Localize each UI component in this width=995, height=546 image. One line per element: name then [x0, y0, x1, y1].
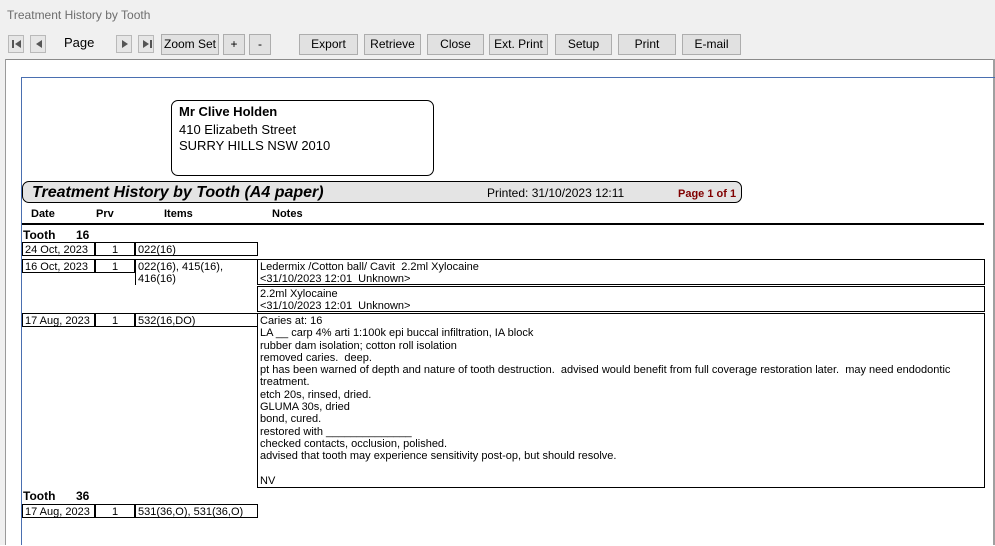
row-provider: 1: [95, 313, 135, 327]
tooth-group-label: Tooth: [23, 228, 56, 242]
printed-timestamp: Printed: 31/10/2023 12:11: [487, 186, 625, 200]
first-page-icon: [12, 40, 21, 48]
patient-address-box: Mr Clive Holden 410 Elizabeth Street SUR…: [171, 100, 434, 176]
column-header-items: Items: [164, 208, 193, 220]
viewport-left-edge: [0, 59, 6, 545]
row-date: 17 Aug, 2023: [22, 504, 95, 518]
column-header-date: Date: [31, 208, 55, 220]
patient-name: Mr Clive Holden: [179, 104, 278, 119]
prev-page-button[interactable]: [30, 35, 46, 53]
print-button[interactable]: Print: [618, 34, 676, 55]
last-page-icon: [143, 40, 152, 48]
page-label: Page: [64, 35, 95, 50]
row-note-text: Caries at: 16 LA __ carp 4% arti 1:100k …: [260, 315, 951, 487]
row-date: 17 Aug, 2023: [22, 313, 95, 327]
row-items: 022(16), 415(16), 416(16): [135, 259, 258, 285]
row-provider: 1: [95, 259, 135, 273]
first-page-button[interactable]: [8, 35, 24, 53]
row-note: Caries at: 16 LA __ carp 4% arti 1:100k …: [257, 313, 985, 488]
row-note: 2.2ml Xylocaine <31/10/2023 12:01 Unknow…: [257, 286, 985, 312]
column-header-notes: Notes: [272, 208, 303, 220]
row-date: 24 Oct, 2023: [22, 242, 95, 256]
header-divider: [22, 223, 984, 225]
last-page-button[interactable]: [138, 35, 154, 53]
paper-left-edge: [21, 77, 22, 545]
paper-top-edge: [21, 77, 995, 78]
next-page-icon: [122, 40, 128, 48]
tooth-number: 36: [76, 489, 90, 503]
next-page-button[interactable]: [116, 35, 132, 53]
patient-address-line1: 410 Elizabeth Street: [179, 122, 297, 137]
tooth-group-label: Tooth: [23, 489, 56, 503]
zoom-out-button[interactable]: -: [249, 34, 271, 55]
retrieve-button[interactable]: Retrieve: [364, 34, 421, 55]
row-note-text: 2.2ml Xylocaine <31/10/2023 12:01 Unknow…: [260, 288, 411, 313]
window-title: Treatment History by Tooth: [7, 8, 151, 22]
patient-address-line2: SURRY HILLS NSW 2010: [179, 138, 331, 153]
setup-button[interactable]: Setup: [555, 34, 612, 55]
column-header-prv: Prv: [96, 208, 114, 220]
title-bar: Treatment History by Tooth: [0, 0, 995, 30]
report-header-band: Treatment History by Tooth (A4 paper) Pr…: [22, 181, 742, 203]
report-title: Treatment History by Tooth (A4 paper): [32, 184, 324, 201]
close-button[interactable]: Close: [427, 34, 484, 55]
email-button[interactable]: E-mail: [682, 34, 741, 55]
row-date: 16 Oct, 2023: [22, 259, 95, 273]
zoom-in-button[interactable]: +: [223, 34, 245, 55]
row-note-text: Ledermix /Cotton ball/ Cavit 2.2ml Xyloc…: [260, 261, 479, 286]
tooth-number: 16: [76, 228, 90, 242]
page-indicator: Page 1 of 1: [678, 188, 737, 200]
row-note: Ledermix /Cotton ball/ Cavit 2.2ml Xyloc…: [257, 259, 985, 285]
zoom-set-button[interactable]: Zoom Set: [161, 34, 219, 55]
prev-page-icon: [36, 40, 42, 48]
ext-print-button[interactable]: Ext. Print: [489, 34, 548, 55]
row-provider: 1: [95, 504, 135, 518]
row-items: 531(36,O), 531(36,O): [135, 504, 258, 518]
row-items: 022(16): [135, 242, 258, 256]
row-provider: 1: [95, 242, 135, 256]
row-items: 532(16,DO): [135, 313, 258, 327]
export-button[interactable]: Export: [299, 34, 358, 55]
